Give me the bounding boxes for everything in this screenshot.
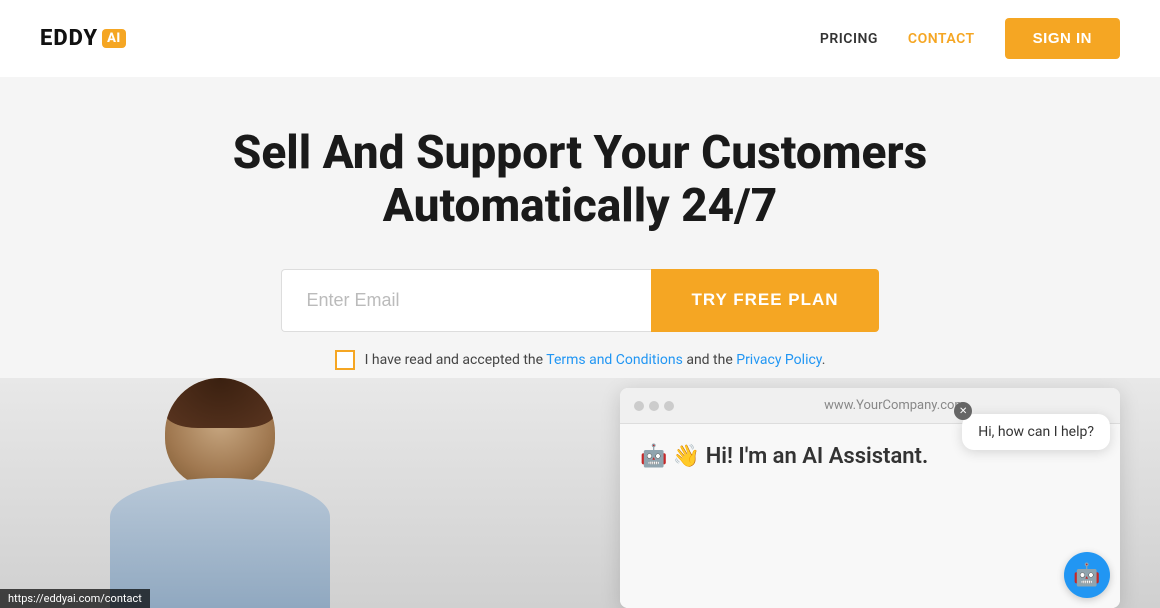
try-free-plan-button[interactable]: TRY FREE PLAN bbox=[651, 269, 878, 332]
browser-content: ✕ Hi, how can I help? 🤖 👋 Hi! I'm an AI … bbox=[620, 424, 1120, 608]
terms-label: I have read and accepted the Terms and C… bbox=[365, 352, 826, 368]
logo: EDDY AI bbox=[40, 26, 126, 51]
nav: PRICING CONTACT SIGN IN bbox=[820, 18, 1120, 59]
logo-text: EDDY bbox=[40, 26, 98, 51]
hero-title: Sell And Support Your Customers Automati… bbox=[40, 127, 1120, 233]
footer-url-hint: https://eddyai.com/contact bbox=[0, 589, 150, 608]
terms-text-mid: and the bbox=[683, 352, 736, 368]
privacy-link[interactable]: Privacy Policy bbox=[736, 352, 821, 368]
email-form: TRY FREE PLAN bbox=[40, 269, 1120, 332]
terms-text-before: I have read and accepted the bbox=[365, 352, 547, 368]
hero-title-line2: Automatically 24/7 bbox=[383, 179, 778, 233]
terms-link[interactable]: Terms and Conditions bbox=[546, 352, 683, 368]
chat-widget-icon: 🤖 bbox=[1073, 563, 1100, 588]
chat-widget-button[interactable]: 🤖 bbox=[1064, 552, 1110, 598]
terms-text-after: . bbox=[822, 352, 826, 368]
ai-greeting-text: 🤖 👋 Hi! I'm an AI Assistant. bbox=[640, 444, 928, 469]
terms-checkbox[interactable] bbox=[335, 350, 355, 370]
logo-badge: AI bbox=[102, 29, 126, 48]
nav-contact[interactable]: CONTACT bbox=[908, 31, 975, 47]
nav-pricing[interactable]: PRICING bbox=[820, 31, 878, 47]
header: EDDY AI PRICING CONTACT SIGN IN bbox=[0, 0, 1160, 77]
signin-button[interactable]: SIGN IN bbox=[1005, 18, 1120, 59]
terms-checkbox-row: I have read and accepted the Terms and C… bbox=[40, 350, 1120, 370]
hero-title-line1: Sell And Support Your Customers bbox=[233, 126, 927, 180]
email-input[interactable] bbox=[281, 269, 651, 332]
hero-section: Sell And Support Your Customers Automati… bbox=[0, 77, 1160, 440]
